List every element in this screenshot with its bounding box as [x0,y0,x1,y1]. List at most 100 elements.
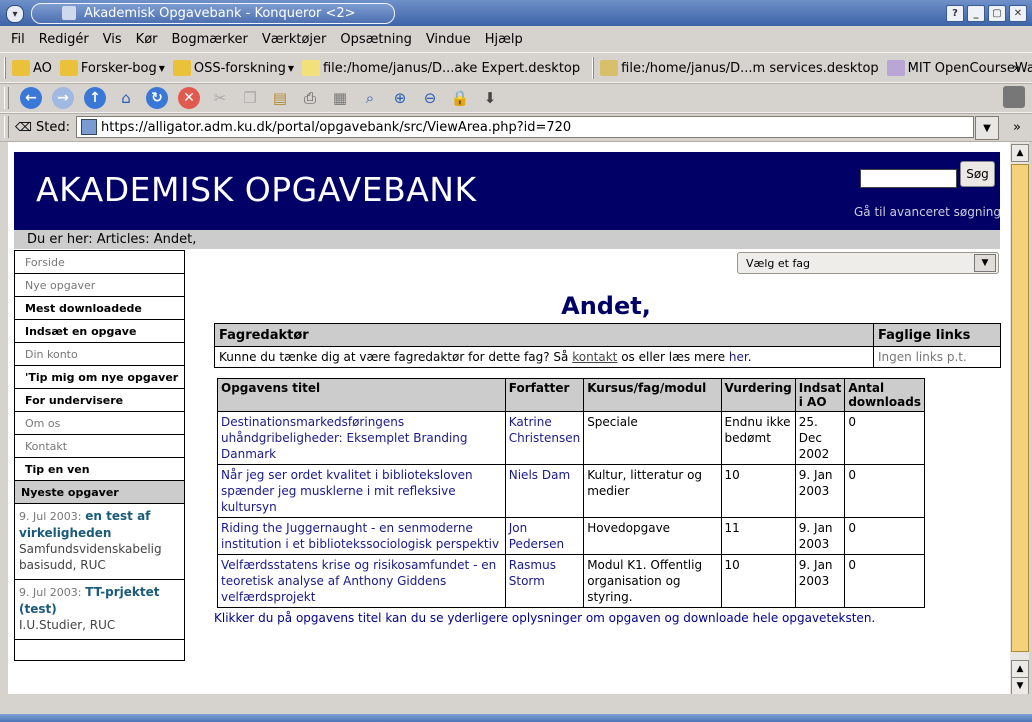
nav-for-undervisere[interactable]: For undervisere [15,388,184,411]
page-title: Andet, [561,292,651,320]
bookmark-oss-forskning[interactable]: OSS-forskning ▼ [172,60,294,76]
close-button[interactable]: ✕ [1009,5,1027,22]
menu-bogmaerker[interactable]: Bogmærker [172,32,248,47]
menu-vis[interactable]: Vis [103,32,122,47]
nav-forside[interactable]: Forside [15,250,184,273]
menu-hjaelp[interactable]: Hjælp [485,32,523,47]
vertical-scrollbar[interactable]: ▲ ▲ ▼ [1010,142,1029,695]
stop-icon[interactable]: ✕ [178,87,200,109]
author-link[interactable]: Jon Pedersen [509,521,564,551]
links-cell: Ingen links p.t. [873,346,1001,368]
nav-nye-opgaver[interactable]: Nye opgaver [15,273,184,296]
course-cell: Modul K1. Offentlig organisation og styr… [583,554,722,608]
bookmark-forsker-bog[interactable]: Forsker-bog ▼ [59,60,165,76]
advanced-search-link[interactable]: Gå til avanceret søgning [854,205,1001,219]
menu-vindue[interactable]: Vindue [426,32,471,47]
assignment-title-link[interactable]: Når jeg ser ordet kvalitet i biblioteksl… [221,468,473,514]
copy-icon[interactable]: ❐ [240,88,260,108]
site-banner: AKADEMISK OPGAVEBANK Søg Gå til avancere… [14,152,1001,230]
search-input[interactable] [860,169,957,188]
zoom-out-icon[interactable]: ⊖ [420,88,440,108]
toolbar-grip[interactable] [4,87,9,109]
download-icon[interactable]: ⬇ [480,88,500,108]
window-menu-button[interactable]: ▾ [6,5,24,23]
links-header: Faglige links [873,323,1001,347]
search-button[interactable]: Søg [960,161,995,187]
col-title-header: Opgavens titel [217,378,506,412]
desktop-file-icon [600,60,619,76]
scroll-up-icon[interactable]: ▲ [1011,144,1029,162]
toolbar-grip[interactable] [4,116,9,138]
maximize-button[interactable]: ▢ [988,5,1006,22]
contact-link[interactable]: kontakt [572,350,617,364]
window-title-pill[interactable]: Akademisk Opgavebank - Konqueror <2> [31,3,395,24]
table-header-row: Opgavens titel Forfatter Kursus/fag/modu… [217,378,925,412]
course-cell: Kultur, litteratur og medier [583,464,722,518]
reload-icon[interactable]: ↻ [146,87,168,109]
lock-icon[interactable]: 🔒 [450,88,470,108]
zoom-fit-icon[interactable]: ⌕ [360,88,380,108]
navigation-toolbar: ← → ↑ ⌂ ↻ ✕ ✂ ❐ ▤ ⎙ ▦ ⌕ ⊕ ⊖ 🔒 ⬇ [0,82,1032,114]
toolbar-overflow-icon[interactable]: » [1013,120,1021,135]
minimize-button[interactable]: _ [967,5,985,22]
nav-tip-en-ven[interactable]: Tip en ven [15,457,184,480]
back-icon[interactable]: ← [20,87,42,109]
assignment-title-link[interactable]: Destinationsmarkedsføringens uhåndgribel… [221,415,468,461]
nav-mest-downloadede[interactable]: Mest downloadede [15,296,184,319]
clear-location-icon[interactable]: ⌫ [15,120,32,134]
nav-om-os[interactable]: Om os [15,411,184,434]
print-frame-icon[interactable]: ▦ [330,88,350,108]
menubar: Fil Redigér Vis Kør Bogmærker Værktøjer … [0,28,1032,50]
bookmark-ao[interactable]: AO [12,60,52,76]
help-button[interactable]: ? [946,5,964,22]
scrollbar-thumb[interactable] [1011,164,1029,652]
toolbar-overflow-icon[interactable]: » [1013,61,1021,76]
bookmark-mit-ocw[interactable]: MIT OpenCourseWare | [886,60,1032,76]
date-cell: 25. Dec 2002 [794,411,846,465]
zoom-in-icon[interactable]: ⊕ [390,88,410,108]
newest-heading: Nyeste opgaver [15,480,184,503]
author-link[interactable]: Katrine Christensen [509,415,580,445]
bookmark-label: file:/home/janus/D...ake Expert.desktop [322,60,581,76]
newest-date: 9. Jul 2003: [19,510,82,523]
up-icon[interactable]: ↑ [84,87,106,109]
menu-kor[interactable]: Kør [136,32,158,47]
course-cell: Hovedopgave [583,517,722,555]
bookmark-label: AO [33,60,52,76]
bookmark-file-services[interactable]: file:/home/janus/D...m services.desktop [600,60,879,76]
bookmark-folder-icon [12,60,30,76]
home-icon[interactable]: ⌂ [116,88,136,108]
subject-select[interactable]: Vælg et fag ▼ [737,252,999,274]
location-toolbar: ⌫ Sted: https://alligator.adm.ku.dk/port… [0,112,1032,142]
cut-icon[interactable]: ✂ [210,88,230,108]
web-page-icon [886,60,905,76]
scroll-up-icon[interactable]: ▲ [1011,660,1029,678]
menu-fil[interactable]: Fil [11,32,25,47]
assignment-title-link[interactable]: Riding the Juggernaught - en senmoderne … [221,521,499,551]
location-input[interactable]: https://alligator.adm.ku.dk/portal/opgav… [76,116,974,138]
menu-rediger[interactable]: Redigér [39,32,89,47]
editor-text-middle: os eller læs mere [617,350,729,364]
menu-vaerktojer[interactable]: Værktøjer [262,32,327,47]
paste-icon[interactable]: ▤ [270,88,290,108]
toolbar-grip[interactable] [4,57,6,79]
nav-tip-mig[interactable]: 'Tip mig om nye opgaver [15,365,184,388]
assignment-title-link[interactable]: Velfærdsstatens krise og risikosamfundet… [221,558,496,604]
nav-indsaet-opgave[interactable]: Indsæt en opgave [15,319,184,342]
print-icon[interactable]: ⎙ [300,88,320,108]
scroll-down-icon[interactable]: ▼ [1011,677,1029,695]
menu-opsaetning[interactable]: Opsætning [340,32,411,47]
author-link[interactable]: Niels Dam [509,468,570,482]
downloads-cell: 0 [844,517,925,555]
bookmark-file-ake-expert[interactable]: file:/home/janus/D...ake Expert.desktop [301,60,581,76]
author-link[interactable]: Rasmus Storm [509,558,556,588]
nav-kontakt[interactable]: Kontakt [15,434,184,457]
nav-din-konto[interactable]: Din konto [15,342,184,365]
location-dropdown-button[interactable]: ▼ [975,116,999,140]
site-logo[interactable]: AKADEMISK OPGAVEBANK [36,170,477,209]
read-more-link[interactable]: her [729,350,748,364]
gear-icon[interactable] [1003,86,1025,108]
chevron-down-icon[interactable]: ▼ [974,254,996,272]
forward-icon[interactable]: → [52,87,74,109]
bookmark-label: OSS-forskning [193,60,286,76]
